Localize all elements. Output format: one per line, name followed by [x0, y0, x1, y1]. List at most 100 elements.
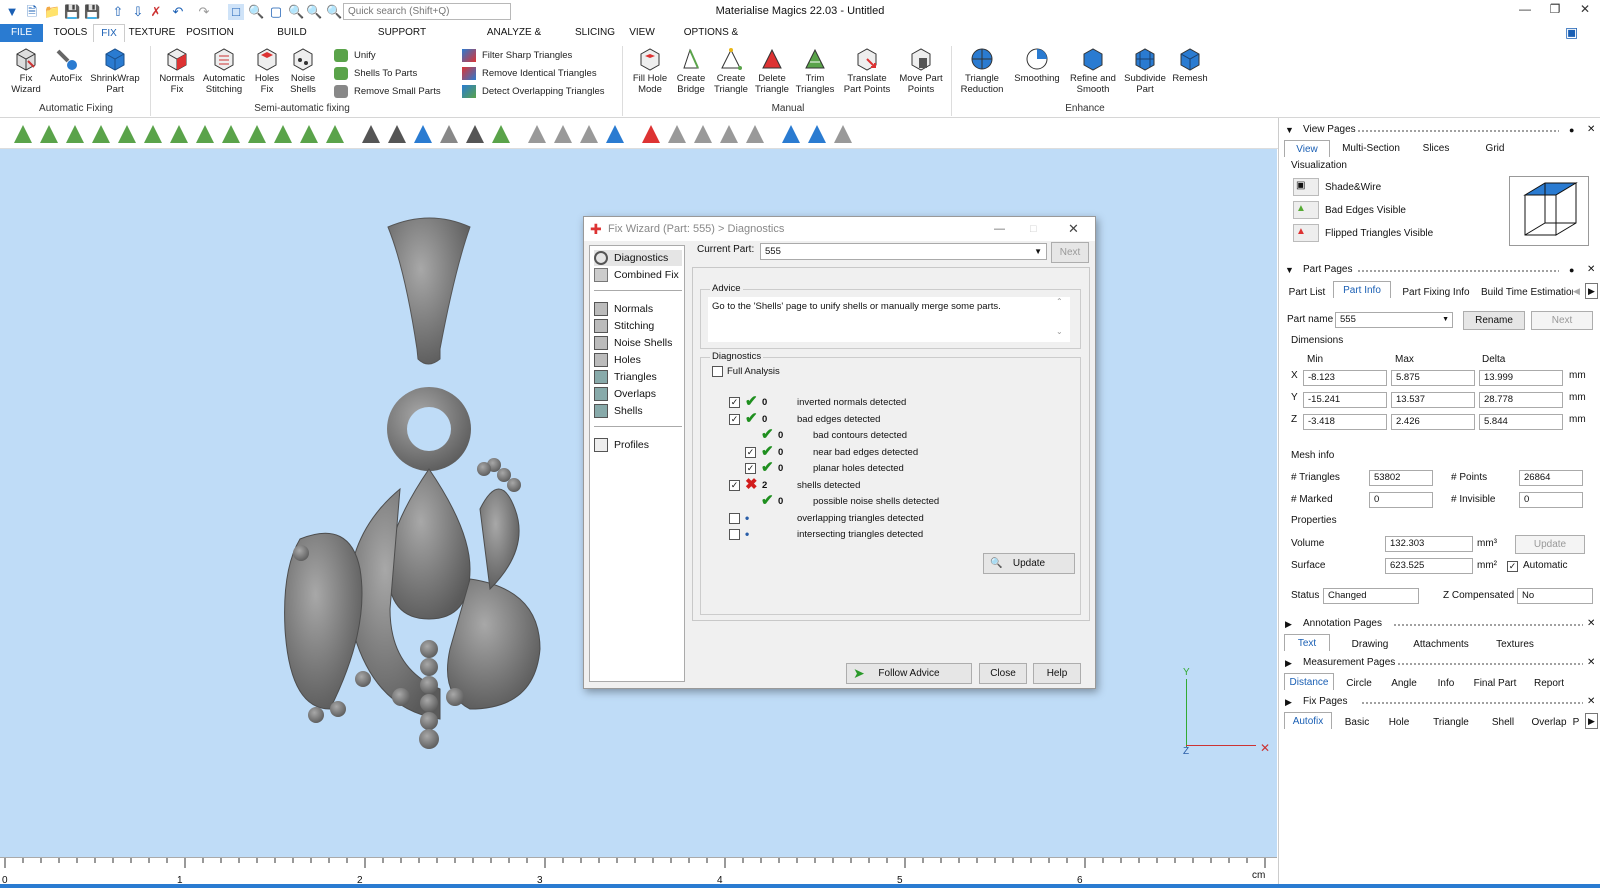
selection-tool-icon[interactable]: [668, 125, 686, 143]
triangle-reduction-button[interactable]: Triangle Reduction: [956, 46, 1008, 95]
panel-close-icon[interactable]: ✕: [1587, 655, 1595, 671]
tab-autofix[interactable]: Autofix: [1284, 712, 1332, 729]
tab-support-generation[interactable]: SUPPORT GENERATION: [347, 24, 457, 56]
selection-tool-icon[interactable]: [248, 125, 266, 143]
full-analysis-checkbox[interactable]: [712, 366, 723, 377]
fix-pages-header[interactable]: ▶ Fix Pages ✕: [1279, 694, 1600, 710]
tab-build-preparation[interactable]: BUILD PREPARATION: [244, 24, 340, 56]
nav-diagnostics[interactable]: Diagnostics: [594, 250, 682, 266]
pin-icon[interactable]: ●: [1569, 262, 1574, 278]
tab-basic[interactable]: Basic: [1339, 714, 1375, 731]
selection-tool-icon[interactable]: [466, 125, 484, 143]
delete-triangle-button[interactable]: Delete Triangle: [752, 46, 792, 95]
workspace-icon[interactable]: ▣: [1565, 24, 1578, 41]
tab-part-fixing-info[interactable]: Part Fixing Info: [1397, 284, 1475, 301]
tab-tools[interactable]: TOOLS: [48, 24, 93, 42]
drag-handle[interactable]: [1361, 701, 1583, 705]
diagnostic-checkbox[interactable]: [729, 529, 740, 540]
nav-combined-fix[interactable]: Combined Fix: [594, 267, 682, 283]
tab-final-part[interactable]: Final Part: [1467, 675, 1523, 692]
remove-identical-triangles-button[interactable]: Remove Identical Triangles: [462, 66, 597, 81]
diagnostic-checkbox[interactable]: ✓: [745, 446, 756, 458]
nav-normals[interactable]: Normals: [594, 301, 682, 317]
selection-tool-icon[interactable]: [694, 125, 712, 143]
tab-part-list[interactable]: Part List: [1287, 284, 1327, 301]
shade-wire-dropdown[interactable]: ▣: [1293, 178, 1319, 196]
current-part-select[interactable]: 555 ▼: [760, 243, 1047, 260]
trim-triangles-button[interactable]: Trim Triangles: [794, 46, 836, 95]
annotation-pages-header[interactable]: ▶ Annotation Pages ✕: [1279, 616, 1600, 632]
tab-info[interactable]: Info: [1429, 675, 1463, 692]
selection-tool-icon[interactable]: [606, 125, 624, 143]
shells-to-parts-button[interactable]: Shells To Parts: [334, 66, 417, 81]
tab-slicing[interactable]: SLICING: [572, 24, 618, 42]
diagnostic-checkbox[interactable]: [729, 512, 740, 524]
selection-tool-icon[interactable]: [746, 125, 764, 143]
noise-shells-button[interactable]: Noise Shells: [286, 46, 320, 95]
create-bridge-button[interactable]: Create Bridge: [672, 46, 710, 95]
part-pages-header[interactable]: ▼ Part Pages ● ✕: [1279, 262, 1600, 278]
fix-tab-scroll-right-icon[interactable]: ▶: [1585, 713, 1598, 729]
help-button[interactable]: Help: [1033, 663, 1081, 684]
part-next-button[interactable]: Next: [1531, 311, 1593, 330]
selection-tool-icon[interactable]: [440, 125, 458, 143]
restore-icon[interactable]: ❐: [1545, 2, 1565, 20]
tab-part-info[interactable]: Part Info: [1333, 281, 1391, 298]
nav-shells[interactable]: Shells: [594, 403, 682, 419]
tab-distance[interactable]: Distance: [1284, 673, 1334, 690]
tab-multi-section[interactable]: Multi-Section: [1335, 140, 1407, 157]
tab-truncated[interactable]: P: [1571, 714, 1581, 731]
close-window-icon[interactable]: ✕: [1575, 2, 1595, 20]
tab-grid[interactable]: Grid: [1467, 140, 1523, 157]
properties-update-button[interactable]: Update: [1515, 535, 1585, 554]
tab-file[interactable]: FILE: [0, 24, 43, 42]
view-cube[interactable]: [1509, 176, 1589, 246]
holes-fix-button[interactable]: Holes Fix: [250, 46, 284, 95]
panel-close-icon[interactable]: ✕: [1587, 262, 1595, 278]
scroll-up-icon[interactable]: ⌃: [1056, 297, 1063, 306]
drag-handle[interactable]: [1397, 662, 1583, 666]
nav-noise-shells[interactable]: Noise Shells: [594, 335, 682, 351]
selection-tool-icon[interactable]: [14, 125, 32, 143]
selection-tool-icon[interactable]: [118, 125, 136, 143]
tab-attachments[interactable]: Attachments: [1405, 636, 1477, 653]
remove-small-parts-button[interactable]: Remove Small Parts: [334, 84, 441, 99]
selection-tool-icon[interactable]: [362, 125, 380, 143]
automatic-checkbox[interactable]: ✓: [1507, 561, 1518, 572]
tab-scroll-right-icon[interactable]: ▶: [1585, 283, 1598, 299]
selection-tool-icon[interactable]: [300, 125, 318, 143]
nav-profiles[interactable]: Profiles: [594, 437, 682, 453]
panel-close-icon[interactable]: ✕: [1587, 122, 1595, 138]
next-button[interactable]: Next: [1051, 242, 1089, 263]
diagnostic-checkbox[interactable]: ✓: [745, 463, 756, 474]
selection-tool-icon[interactable]: [170, 125, 188, 143]
translate-part-points-button[interactable]: Translate Part Points: [840, 46, 894, 95]
minimize-icon[interactable]: —: [1515, 2, 1535, 20]
shrinkwrap-button[interactable]: ShrinkWrap Part: [88, 46, 142, 95]
tab-hole[interactable]: Hole: [1381, 714, 1417, 731]
diagnostic-checkbox[interactable]: ✓: [729, 479, 740, 491]
follow-advice-button[interactable]: ➤ Follow Advice: [846, 663, 972, 684]
dialog-maximize-icon[interactable]: □: [1030, 217, 1037, 241]
drag-handle[interactable]: [1357, 269, 1559, 273]
diagnostic-checkbox[interactable]: ✓: [729, 413, 740, 425]
nav-triangles[interactable]: Triangles: [594, 369, 682, 385]
tab-triangle[interactable]: Triangle: [1425, 714, 1477, 731]
refine-and-smooth-button[interactable]: Refine and Smooth: [1066, 46, 1120, 95]
tab-text[interactable]: Text: [1284, 634, 1330, 651]
selection-tool-icon[interactable]: [554, 125, 572, 143]
detect-overlapping-triangles-button[interactable]: Detect Overlapping Triangles: [462, 84, 605, 99]
scroll-down-icon[interactable]: ⌄: [1056, 327, 1063, 336]
close-button[interactable]: Close: [979, 663, 1027, 684]
drag-handle[interactable]: [1357, 129, 1559, 133]
dialog-minimize-icon[interactable]: —: [994, 217, 1005, 241]
selection-tool-icon[interactable]: [388, 125, 406, 143]
fill-hole-mode-button[interactable]: Fill Hole Mode: [630, 46, 670, 95]
measurement-pages-header[interactable]: ▶ Measurement Pages ✕: [1279, 655, 1600, 671]
autofix-button[interactable]: AutoFix: [46, 46, 86, 85]
automatic-stitching-button[interactable]: Automatic Stitching: [200, 46, 248, 95]
selection-tool-icon[interactable]: [414, 125, 432, 143]
move-part-points-button[interactable]: Move Part Points: [896, 46, 946, 95]
selection-tool-icon[interactable]: [274, 125, 292, 143]
selection-tool-icon[interactable]: [92, 125, 110, 143]
